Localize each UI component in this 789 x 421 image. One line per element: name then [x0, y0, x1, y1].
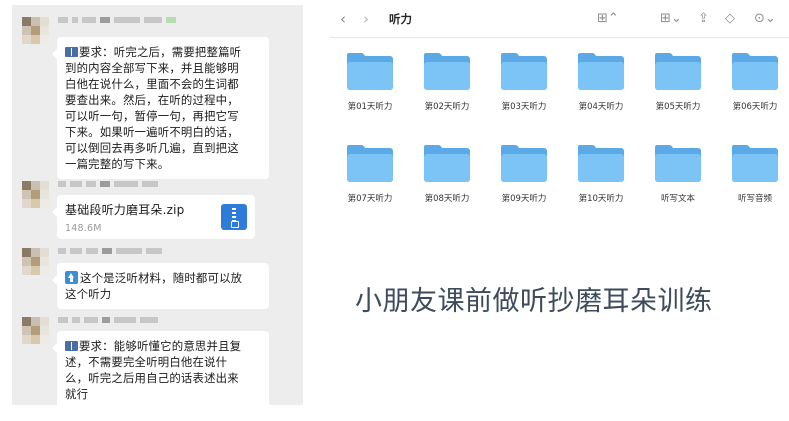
file-message[interactable]: 基础段听力磨耳朵.zip 148.6M: [52, 195, 255, 239]
file-name: 基础段听力磨耳朵.zip: [65, 203, 185, 217]
message-text-line: 就行: [65, 387, 89, 401]
book-icon: [65, 341, 78, 351]
message-text-line: 一篇完整的写下来。: [65, 157, 170, 171]
grid-view-icon[interactable]: ⊞⌃: [597, 10, 619, 28]
folder-icon: [424, 53, 470, 91]
tag-icon[interactable]: ◇: [725, 10, 735, 28]
folder-item[interactable]: 第08天听力: [412, 145, 482, 204]
folder-item[interactable]: 第02天听力: [412, 53, 482, 112]
folder-label: 听写音频: [737, 194, 772, 204]
message-text-line: 可以听一句，暂停一句，再把它写: [65, 109, 239, 123]
caption: 小朋友课前做听抄磨耳朵训练: [355, 286, 713, 317]
message-text-line: 要查出来。然后，在听的过程中，: [65, 93, 239, 107]
message-text-line: 这个是泛听材料，随时都可以放: [80, 271, 243, 285]
folder-item[interactable]: 第09天听力: [489, 145, 559, 204]
message-bubble[interactable]: 要求：听完之后，需要把整篇听 到的内容全部写下来，并且能够明 白他在说什么，里面…: [52, 37, 269, 179]
message-text-line: 下来。如果听一遍听不明白的话，: [65, 125, 239, 139]
message-text-line: 要求：听完之后，需要把整篇听: [79, 45, 242, 59]
folder-label: 第05天听力: [655, 102, 701, 112]
folder-label: 第06天听力: [732, 102, 778, 112]
folder-icon: [578, 145, 624, 183]
folder-label: 第07天听力: [347, 194, 393, 204]
folder-item[interactable]: 第01天听力: [335, 53, 405, 112]
message-bubble[interactable]: 要求：能够听懂它的意思并且复 述，不需要完全听明白他在说什 么，听完之后用自己的…: [52, 331, 269, 405]
message-bubble[interactable]: 这个是泛听材料，随时都可以放 这个听力: [52, 263, 269, 309]
folder-item[interactable]: 第03天听力: [489, 53, 559, 112]
folder-item[interactable]: 第07天听力: [335, 145, 405, 204]
folder-item[interactable]: 听写音频: [720, 145, 789, 204]
avatar[interactable]: [22, 17, 49, 44]
chevron-left-icon[interactable]: ‹: [340, 10, 346, 28]
avatar[interactable]: [22, 317, 49, 344]
folder-item[interactable]: 第05天听力: [643, 53, 713, 112]
folder-icon: [655, 145, 701, 183]
up-arrow-icon: [65, 271, 78, 284]
folder-icon: [732, 145, 778, 183]
avatar[interactable]: [22, 181, 49, 208]
folder-item[interactable]: 听写文本: [643, 145, 713, 204]
folder-label: 第01天听力: [347, 102, 393, 112]
folder-icon: [424, 145, 470, 183]
message-text-line: 可以倒回去再多听几遍，直到把这: [65, 141, 239, 155]
folder-label: 第09天听力: [501, 194, 547, 204]
sender-name-blurred: [58, 15, 228, 25]
chat-panel: 要求：听完之后，需要把整篇听 到的内容全部写下来，并且能够明 白他在说什么，里面…: [12, 5, 303, 405]
book-icon: [65, 47, 78, 57]
chevron-right-icon[interactable]: ›: [363, 10, 369, 28]
message-text-line: 么，听完之后用自己的话表述出来: [65, 371, 239, 385]
folder-icon: [578, 53, 624, 91]
folder-item[interactable]: 第06天听力: [720, 53, 789, 112]
sender-name-blurred: [58, 179, 228, 189]
folder-label: 第04天听力: [578, 102, 624, 112]
share-icon[interactable]: ⇪: [698, 10, 709, 28]
message-text-line: 白他在说什么，里面不会的生词都: [65, 77, 239, 91]
message-text-line: 到的内容全部写下来，并且能够明: [65, 61, 239, 75]
sender-name-blurred: [58, 246, 228, 256]
folder-icon: [347, 145, 393, 183]
message-text-line: 要求：能够听懂它的意思并且复: [79, 339, 242, 353]
folder-title: 听力: [389, 12, 412, 26]
folder-item[interactable]: 第10天听力: [566, 145, 636, 204]
folder-label: 听写文本: [660, 194, 695, 204]
sender-name-blurred: [58, 315, 228, 325]
folder-label: 第08天听力: [424, 194, 470, 204]
folder-icon: [655, 53, 701, 91]
folder-label: 第10天听力: [578, 194, 624, 204]
file-size: 148.6M: [65, 223, 102, 234]
more-icon[interactable]: ⊙⌄: [754, 10, 776, 28]
folder-icon: [347, 53, 393, 91]
folder-icon: [501, 145, 547, 183]
finder-window: ‹ › 听力 ⊞⌃ ⊞⌄ ⇪ ◇ ⊙⌄ 第01天听力 第02天听力 第03天听力 第0…: [330, 0, 789, 235]
group-icon[interactable]: ⊞⌄: [660, 10, 682, 28]
folder-label: 第03天听力: [501, 102, 547, 112]
folder-icon: [732, 53, 778, 91]
folder-label: 第02天听力: [424, 102, 470, 112]
avatar[interactable]: [22, 248, 49, 275]
zip-file-icon: [221, 204, 247, 230]
finder-toolbar: ‹ › 听力 ⊞⌃ ⊞⌄ ⇪ ◇ ⊙⌄: [330, 0, 789, 38]
folder-item[interactable]: 第04天听力: [566, 53, 636, 112]
message-text-line: 这个听力: [65, 287, 112, 301]
message-text-line: 述，不需要完全听明白他在说什: [65, 355, 228, 369]
folder-icon: [501, 53, 547, 91]
